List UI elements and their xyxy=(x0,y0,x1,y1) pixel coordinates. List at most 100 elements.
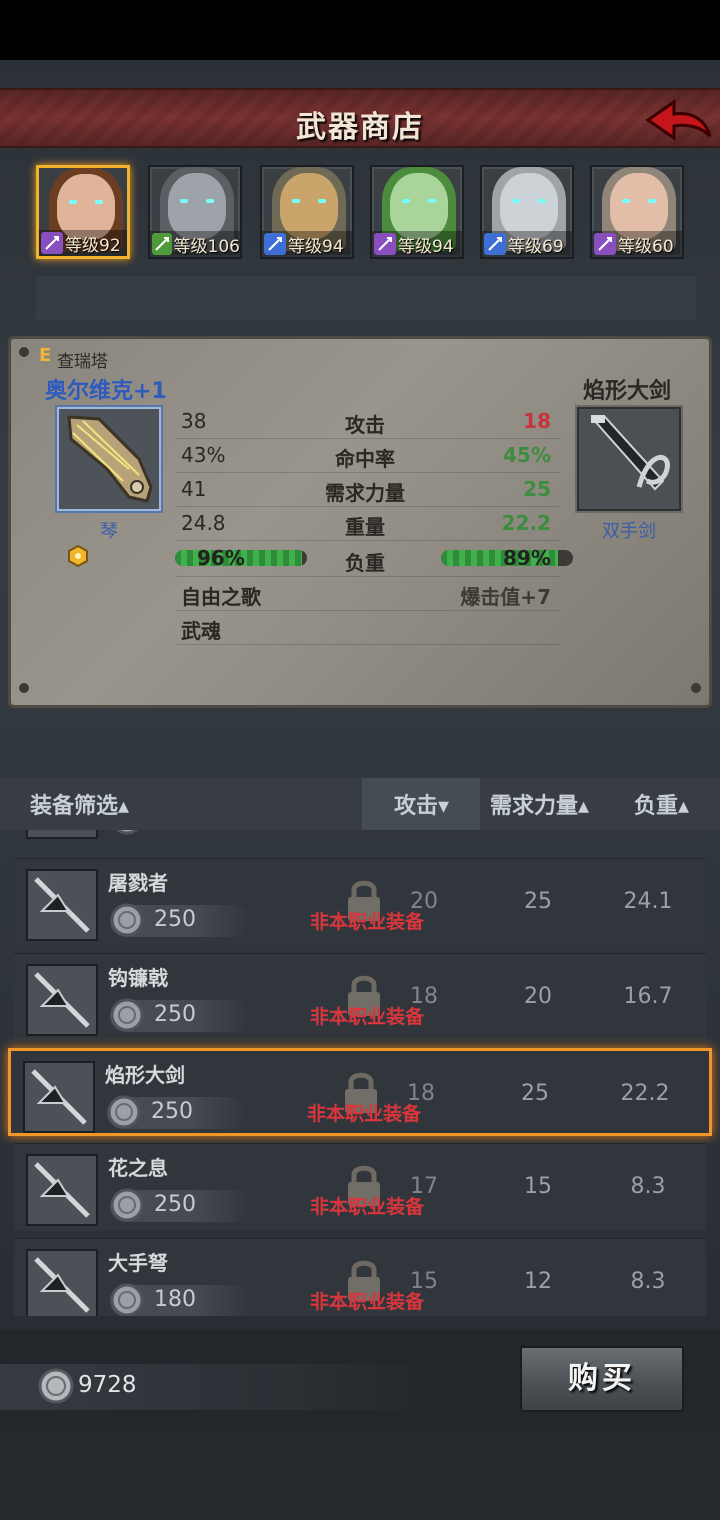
pin-decoration xyxy=(19,347,29,357)
hero-level: 等级60 xyxy=(618,236,674,257)
selected-item-name: 奥尔维克+1 xyxy=(45,379,167,404)
hero-level: 等级94 xyxy=(288,236,344,257)
weapon-strength-req: 20 xyxy=(524,984,552,1009)
hero-level-bar: 等级60 xyxy=(592,231,682,257)
hero-level: 等级69 xyxy=(508,236,564,257)
skill-name: 自由之歌 xyxy=(181,585,261,609)
compare-value: 25 xyxy=(523,477,551,501)
stat-label: 重量 xyxy=(345,515,385,539)
list-item[interactable]: 屠戮者 250 20 25 24.1 非本职业装备 xyxy=(14,858,706,946)
compare-weapon-image xyxy=(577,407,681,511)
list-item-partial[interactable]: 250 xyxy=(14,830,706,844)
hero-face xyxy=(168,173,226,239)
sort-filter-bar: 装备筛选▴ 攻击▾ 需求力量▴ 负重▴ xyxy=(0,778,720,830)
weapon-name: 钩镰戟 xyxy=(108,966,168,990)
class-restriction-label: 非本职业装备 xyxy=(310,1006,425,1028)
current-value: 24.8 xyxy=(181,511,226,535)
weapon-strength-req: 12 xyxy=(524,1269,552,1294)
weapon-thumb xyxy=(26,830,98,839)
greatsword-icon xyxy=(591,415,670,491)
silver-coin-icon xyxy=(38,1368,74,1404)
current-value: 38 xyxy=(181,409,207,433)
price: 250 xyxy=(151,1099,193,1124)
hero-portrait-2[interactable]: 等级106 xyxy=(148,165,242,259)
hero-face xyxy=(500,173,558,239)
buy-button[interactable]: 购买 xyxy=(520,1346,684,1412)
weapon-strength-req: 25 xyxy=(524,889,552,914)
page-title: 武器商店 xyxy=(296,110,424,145)
status-bar-area xyxy=(0,0,720,60)
silver-coin-icon xyxy=(110,903,144,937)
skill-bonus: 爆击值+7 xyxy=(460,585,551,609)
price: 180 xyxy=(154,1287,196,1312)
class-icon xyxy=(41,232,63,254)
hero-eye xyxy=(538,199,546,203)
stat-row-weight: 24.8 重量 22.2 xyxy=(175,507,561,541)
class-restriction-label: 非本职业装备 xyxy=(310,1196,425,1218)
pin-decoration xyxy=(691,683,701,693)
hero-portrait-5[interactable]: 等级69 xyxy=(480,165,574,259)
skill-name: 武魂 xyxy=(181,619,221,643)
back-arrow-icon[interactable] xyxy=(644,96,714,144)
silver-coin-icon xyxy=(115,830,139,835)
hero-portrait-6[interactable]: 等级60 xyxy=(590,165,684,259)
list-item[interactable]: 钩镰戟 250 18 20 16.7 非本职业装备 xyxy=(14,953,706,1041)
sort-strength-button[interactable]: 需求力量▴ xyxy=(490,788,589,820)
stat-row-strength-req: 41 需求力量 25 xyxy=(175,473,561,507)
pin-decoration xyxy=(19,683,29,693)
list-item[interactable]: 大手弩 180 15 12 8.3 非本职业装备 xyxy=(14,1238,706,1316)
class-icon xyxy=(484,233,506,255)
weapon-weight: 22.2 xyxy=(620,1081,670,1106)
load-percent-compare: 89% xyxy=(503,546,551,570)
class-restriction-label: 非本职业装备 xyxy=(310,1291,425,1313)
current-weapon-type: 琴 xyxy=(100,521,118,542)
weapon-thumb xyxy=(26,1154,98,1226)
hero-eye xyxy=(318,199,326,203)
hero-portrait-3[interactable]: 等级94 xyxy=(260,165,354,259)
list-item[interactable]: 焰形大剑 250 18 25 22.2 非本职业装备 xyxy=(8,1048,712,1136)
equip-filter-button[interactable]: 装备筛选▴ xyxy=(30,788,129,820)
stat-label: 需求力量 xyxy=(325,481,405,505)
hero-info-strip xyxy=(36,276,696,320)
item-owner: 查瑞塔 xyxy=(57,352,108,372)
silver-coin-icon xyxy=(110,1283,144,1316)
silver-coin-icon xyxy=(107,1095,141,1129)
rune-icon xyxy=(68,545,88,567)
load-percent-current: 96% xyxy=(197,546,245,570)
hero-eye xyxy=(69,200,77,204)
weapon-name: 焰形大剑 xyxy=(105,1063,185,1087)
current-weapon-image xyxy=(57,407,161,511)
item-grade: E xyxy=(39,345,52,366)
hero-level-bar: 等级94 xyxy=(372,231,462,257)
hero-face xyxy=(390,173,448,239)
hero-level: 等级106 xyxy=(173,236,240,257)
sort-weight-button[interactable]: 负重▴ xyxy=(634,788,689,820)
stat-label: 攻击 xyxy=(345,413,385,437)
hero-face xyxy=(280,173,338,239)
silver-coin-icon xyxy=(110,998,144,1032)
hero-level-bar: 等级92 xyxy=(39,230,127,256)
list-item[interactable]: 花之息 250 17 15 8.3 非本职业装备 xyxy=(14,1143,706,1231)
weapon-thumb xyxy=(23,1061,95,1133)
hero-portrait-4[interactable]: 等级94 xyxy=(370,165,464,259)
weapon-list[interactable]: 250 屠戮者250202524.1非本职业装备钩镰戟250182016.7非本… xyxy=(0,830,720,1316)
current-value: 41 xyxy=(181,477,207,501)
weapon-weight: 24.1 xyxy=(623,889,673,914)
current-value: 43% xyxy=(181,443,226,467)
compare-weapon-type: 双手剑 xyxy=(602,521,656,542)
hero-portrait-1[interactable]: 等级92 xyxy=(36,165,130,259)
weapon-weight: 16.7 xyxy=(623,984,673,1009)
stat-label: 负重 xyxy=(345,551,385,575)
hero-eye xyxy=(180,199,188,203)
money-amount: 9728 xyxy=(78,1372,137,1398)
price: 250 xyxy=(154,1192,196,1217)
item-detail-panel: E 查瑞塔 奥尔维克+1 琴 38 攻击 18 43% 命中率 45% 41 需… xyxy=(8,336,712,708)
class-icon xyxy=(594,233,616,255)
harp-icon xyxy=(67,415,153,503)
weapon-thumb xyxy=(26,869,98,941)
hero-eye xyxy=(206,199,214,203)
sort-attack-button[interactable]: 攻击▾ xyxy=(394,788,449,820)
hero-eye xyxy=(402,199,410,203)
compare-value: 45% xyxy=(503,443,551,467)
class-icon xyxy=(264,233,286,255)
